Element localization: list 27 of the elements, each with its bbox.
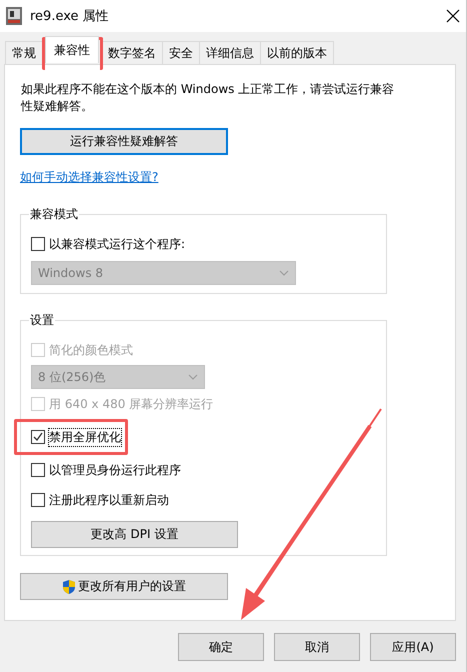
checkbox-label[interactable]: 禁用全屏优化 [49,428,121,446]
shield-icon [62,578,76,594]
tab[interactable]: 兼容性 [45,36,99,63]
dialog-button[interactable]: 应用(A) [370,633,456,661]
all-users-settings-button[interactable]: 更改所有用户的设置 [20,573,228,600]
tab[interactable]: 常规 [5,41,43,64]
chevron-icon [279,270,289,276]
dialog-button[interactable]: 确定 [178,633,264,661]
group-title: 设置 [29,312,55,329]
checkbox-label[interactable]: 注册此程序以重新启动 [49,492,169,508]
checkbox[interactable] [31,463,45,477]
checkbox[interactable] [31,493,45,507]
close-icon[interactable] [446,9,460,23]
help-link[interactable]: 如何手动选择兼容性设置? [20,169,158,186]
group-title: 兼容模式 [29,206,79,223]
tab[interactable]: 以前的版本 [260,41,334,64]
troubleshoot-button[interactable]: 运行兼容性疑难解答 [20,128,228,155]
checkbox-label[interactable]: 以管理员身份运行此程序 [49,462,181,478]
checkbox[interactable] [31,430,45,444]
chevron-icon [188,374,198,380]
window-title: re9.exe 属性 [30,8,110,25]
intro-text: 如果此程序不能在这个版本的 Windows 上正常工作，请尝试运行兼容性疑难解答。 [21,81,396,115]
checkbox-label[interactable]: 以兼容模式运行这个程序: [49,236,186,252]
dialog-button[interactable]: 取消 [274,633,360,661]
dpi-settings-button[interactable]: 更改高 DPI 设置 [31,521,238,548]
checkbox[interactable] [31,237,45,251]
app-icon [6,7,22,25]
